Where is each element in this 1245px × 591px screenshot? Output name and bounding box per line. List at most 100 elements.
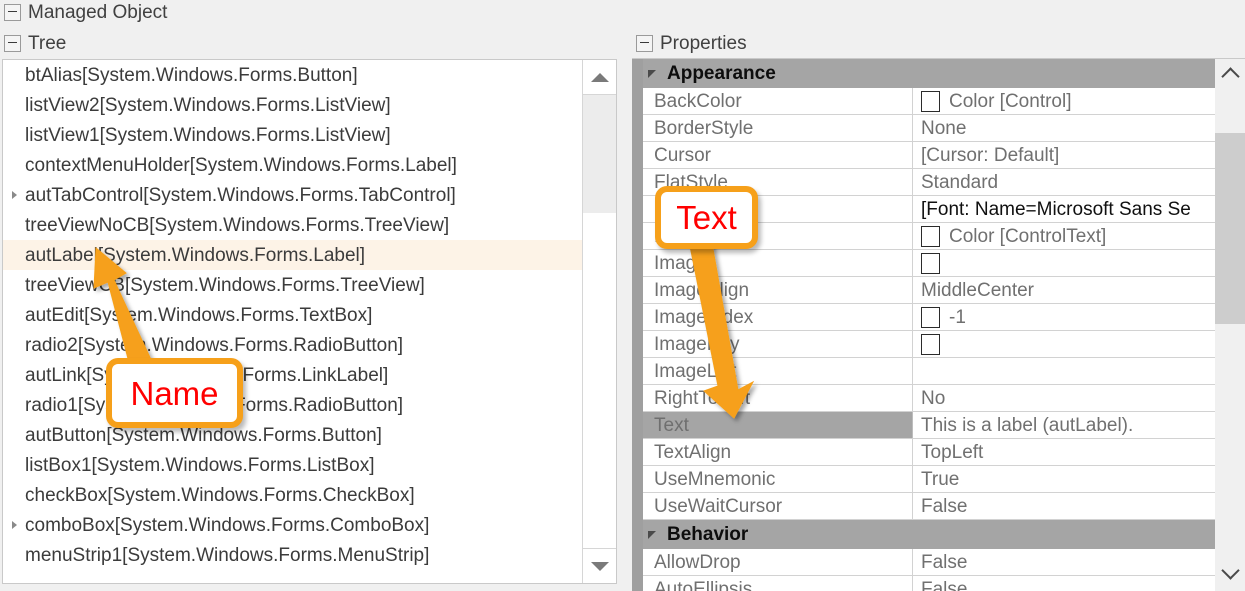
property-row[interactable]: BorderStyle None [643,115,1215,142]
property-value: This is a label (autLabel). [921,414,1134,436]
property-value-cell[interactable]: False [913,576,1215,591]
tree-item[interactable]: btAlias[System.Windows.Forms.Button] [3,60,582,90]
property-row[interactable]: UseMnemonic True [643,466,1215,493]
property-value-cell[interactable]: True [913,466,1215,492]
tree-item-label: contextMenuHolder[System.Windows.Forms.L… [25,154,457,176]
property-name: TextAlign [643,439,913,465]
tree-item-label: treeViewNoCB[System.Windows.Forms.TreeVi… [25,214,450,236]
triangle-collapse-icon[interactable] [648,530,658,540]
tree-indent-spacer [8,68,22,82]
managed-object-title: Managed Object [28,2,168,23]
property-name: Cursor [643,142,913,168]
name-callout-label: Name [130,374,219,412]
property-group-label: Behavior [667,524,749,545]
property-value-cell[interactable] [913,358,1215,384]
tree-item[interactable]: comboBox[System.Windows.Forms.ComboBox] [3,510,582,540]
tree-item-label: autButton[System.Windows.Forms.Button] [25,424,382,446]
color-swatch-icon[interactable] [921,306,940,328]
property-value-cell[interactable]: False [913,493,1215,519]
property-value-cell[interactable]: This is a label (autLabel). [913,412,1215,438]
tree-scroll-down-button[interactable] [583,548,616,583]
property-value-cell[interactable] [913,331,1215,357]
tree-indent-spacer [8,248,22,262]
properties-scrollbar-thumb[interactable] [1215,133,1245,324]
tree-indent-spacer [8,548,22,562]
property-value-cell[interactable]: None [913,115,1215,141]
property-value-cell[interactable]: [Font: Name=Microsoft Sans Se [913,196,1215,222]
property-name: AutoEllipsis [643,576,913,591]
tree-indent-spacer [8,428,22,442]
tree-item[interactable]: contextMenuHolder[System.Windows.Forms.L… [3,150,582,180]
minus-box-icon[interactable] [4,4,21,21]
tree-item-label: listView2[System.Windows.Forms.ListView] [25,94,391,116]
tree-item[interactable]: autTabControl[System.Windows.Forms.TabCo… [3,180,582,210]
color-swatch-icon[interactable] [921,225,940,247]
tree-item-label: btAlias[System.Windows.Forms.Button] [25,64,358,86]
triangle-collapse-icon[interactable] [648,69,658,79]
property-row[interactable]: Cursor [Cursor: Default] [643,142,1215,169]
tree-scrollbar-thumb[interactable] [583,95,616,213]
property-value-cell[interactable]: Color [Control] [913,88,1215,114]
property-row[interactable]: TextAlign TopLeft [643,439,1215,466]
property-value-cell[interactable]: No [913,385,1215,411]
property-value-cell[interactable] [913,250,1215,276]
chevron-right-icon[interactable] [8,518,22,532]
property-value-cell[interactable]: False [913,549,1215,575]
tree-item[interactable]: treeViewNoCB[System.Windows.Forms.TreeVi… [3,210,582,240]
tree-item[interactable]: menuStrip1[System.Windows.Forms.MenuStri… [3,540,582,570]
property-value: True [921,468,960,490]
property-value: MiddleCenter [921,279,1034,301]
property-name: BackColor [643,88,913,114]
property-value-cell[interactable]: [Cursor: Default] [913,142,1215,168]
color-swatch-icon[interactable] [921,90,940,112]
chevron-down-icon [1220,560,1240,580]
name-callout: Name [106,358,243,428]
property-row[interactable]: AllowDrop False [643,549,1215,576]
color-swatch-icon[interactable] [921,252,940,274]
chevron-right-icon[interactable] [8,188,22,202]
property-value: Standard [921,171,999,193]
property-value-cell[interactable]: Color [ControlText] [913,223,1215,249]
properties-scrollbar[interactable] [1215,59,1245,591]
tree-item[interactable]: autButton[System.Windows.Forms.Button] [3,420,582,450]
minus-box-icon[interactable] [4,35,21,52]
property-row[interactable]: AutoEllipsis False [643,576,1215,591]
property-value: TopLeft [921,441,984,463]
property-row[interactable]: UseWaitCursor False [643,493,1215,520]
property-value-cell[interactable]: MiddleCenter [913,277,1215,303]
tree-item[interactable]: listView1[System.Windows.Forms.ListView] [3,120,582,150]
properties-scroll-down-button[interactable] [1215,557,1245,587]
property-group-header[interactable]: Appearance [643,59,1215,88]
property-value-cell[interactable]: Standard [913,169,1215,195]
properties-scroll-up-button[interactable] [1215,59,1245,89]
tree-item-label: listBox1[System.Windows.Forms.ListBox] [25,454,375,476]
property-value: False [921,578,968,591]
tree-item[interactable]: listView2[System.Windows.Forms.ListView] [3,90,582,120]
property-value-cell[interactable]: -1 [913,304,1215,330]
managed-object-header: Managed Object [0,3,167,22]
properties-header: Properties [632,34,747,53]
color-swatch-icon[interactable] [921,333,940,355]
tree-indent-spacer [8,488,22,502]
tree-indent-spacer [8,128,22,142]
text-callout: Text [655,186,758,249]
tree-indent-spacer [8,458,22,472]
tree-scroll-up-button[interactable] [583,60,616,95]
tree-item[interactable]: radio1[System.Windows.Forms.RadioButton] [3,390,582,420]
tree-indent-spacer [8,98,22,112]
property-value-cell[interactable]: TopLeft [913,439,1215,465]
property-group-header[interactable]: Behavior [643,520,1215,549]
property-row[interactable]: BackColor Color [Control] [643,88,1215,115]
property-name: BorderStyle [643,115,913,141]
property-value: False [921,495,968,517]
tree-item-label: checkBox[System.Windows.Forms.CheckBox] [25,484,415,506]
property-name: UseWaitCursor [643,493,913,519]
minus-box-icon[interactable] [636,35,653,52]
tree-scrollbar[interactable] [582,60,616,583]
property-name: UseMnemonic [643,466,913,492]
tree-item[interactable]: checkBox[System.Windows.Forms.CheckBox] [3,480,582,510]
property-value: [Cursor: Default] [921,144,1060,166]
properties-gutter [632,59,643,591]
tree-indent-spacer [8,308,22,322]
tree-item[interactable]: listBox1[System.Windows.Forms.ListBox] [3,450,582,480]
